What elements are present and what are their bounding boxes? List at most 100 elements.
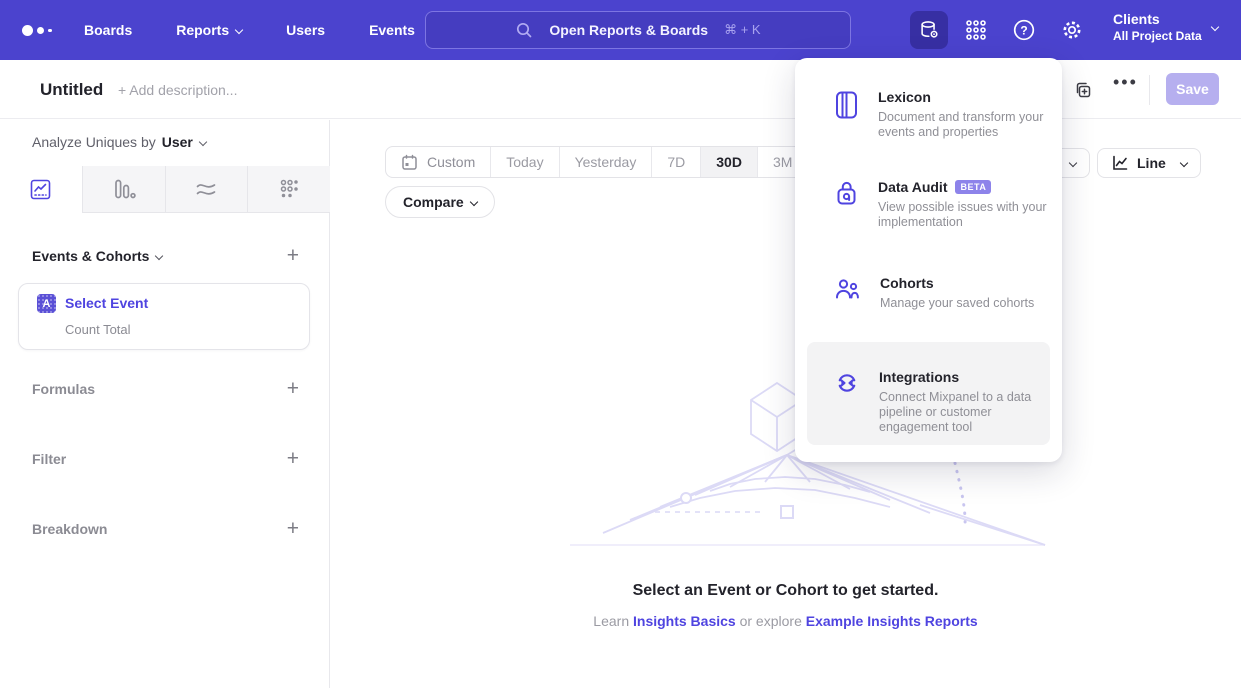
range-7d[interactable]: 7D [651, 147, 700, 177]
menu-title: Cohorts [880, 275, 934, 291]
tab-bar-chart[interactable] [82, 166, 165, 213]
help-button[interactable]: ? [1005, 11, 1043, 49]
project-name: Clients [1113, 10, 1202, 28]
menu-title: Data Audit [878, 179, 947, 195]
count-total-label[interactable]: Count Total [65, 322, 131, 337]
line-chart-tab-icon [29, 178, 52, 201]
copy-plus-icon [1073, 80, 1092, 99]
menu-item-integrations[interactable]: Integrations Connect Mixpanel to a data … [807, 342, 1050, 445]
chart-type-dropdown[interactable]: Line [1097, 148, 1201, 178]
filter-label: Filter [32, 451, 66, 467]
menu-description: Document and transform your events and p… [878, 110, 1050, 140]
apps-grid-button[interactable] [957, 11, 995, 49]
project-selector[interactable]: Clients All Project Data [1113, 10, 1202, 44]
range-custom-label: Custom [427, 154, 475, 170]
breakdown-label: Breakdown [32, 521, 107, 537]
tab-flows[interactable] [165, 166, 248, 213]
mixpanel-insights-app: Boards Reports Users Events Open Reports… [0, 0, 1241, 688]
event-letter-badge: A [37, 294, 56, 313]
gear-icon [1060, 18, 1084, 42]
chevron-down-icon [1069, 159, 1077, 167]
chart-type-tabs [0, 166, 330, 213]
header-divider [1149, 75, 1150, 105]
tab-insights-line[interactable] [0, 166, 82, 213]
events-cohorts-label[interactable]: Events & Cohorts [32, 248, 162, 264]
range-custom[interactable]: Custom [386, 147, 490, 177]
chevron-down-icon [235, 26, 243, 34]
bar-chart-tab-icon [112, 177, 136, 201]
add-filter-button[interactable]: + [287, 450, 299, 468]
example-insights-reports-link[interactable]: Example Insights Reports [806, 613, 978, 629]
report-title[interactable]: Untitled [40, 80, 103, 100]
nav-link-reports[interactable]: Reports [176, 22, 242, 38]
insights-basics-link[interactable]: Insights Basics [633, 613, 736, 629]
events-cohorts-header: Events & Cohorts + [32, 246, 299, 266]
add-breakdown-button[interactable]: + [287, 520, 299, 538]
analyze-uniques-row: Analyze Uniques by User [32, 134, 206, 150]
nav-link-boards[interactable]: Boards [84, 22, 132, 38]
nav-link-events[interactable]: Events [369, 22, 415, 38]
learn-prefix: Learn [593, 613, 629, 629]
duplicate-report-button[interactable] [1073, 80, 1092, 99]
chevron-down-icon [469, 198, 477, 206]
line-chart-icon [1111, 154, 1129, 172]
data-management-menu: Lexicon Document and transform your even… [795, 58, 1062, 462]
add-formula-button[interactable]: + [287, 380, 299, 398]
analyze-by-value: User [162, 134, 193, 150]
svg-text:?: ? [1020, 23, 1027, 37]
global-search-button[interactable]: Open Reports & Boards ⌘ + K [425, 11, 851, 49]
compare-label: Compare [403, 194, 464, 210]
search-placeholder: Open Reports & Boards [549, 22, 708, 38]
analyze-prefix-label: Analyze Uniques by [32, 134, 156, 150]
tab-retention-grid[interactable] [247, 166, 330, 213]
data-audit-icon [834, 178, 859, 230]
database-gear-icon [918, 19, 940, 41]
menu-description: Manage your saved cohorts [880, 296, 1034, 311]
menu-item-data-audit[interactable]: Data Audit BETA View possible issues with… [807, 178, 1050, 230]
menu-description: View possible issues with your implement… [878, 200, 1050, 230]
breakdown-section: Breakdown + [32, 519, 299, 539]
menu-item-cohorts[interactable]: Cohorts Manage your saved cohorts [807, 274, 1050, 311]
compare-button[interactable]: Compare [385, 186, 495, 218]
report-canvas: Custom Today Yesterday 7D 30D 3M 6M Line… [330, 120, 1241, 688]
range-today[interactable]: Today [490, 147, 558, 177]
formulas-label: Formulas [32, 381, 95, 397]
range-30d-selected[interactable]: 30D [700, 147, 757, 177]
nav-links: Boards Reports Users Events [84, 0, 415, 60]
range-yesterday[interactable]: Yesterday [559, 147, 652, 177]
empty-state-links: Learn Insights Basics or explore Example… [330, 613, 1241, 629]
events-cohorts-text: Events & Cohorts [32, 248, 149, 264]
date-range-control: Custom Today Yesterday 7D 30D 3M 6M [385, 146, 859, 178]
data-management-button[interactable] [910, 11, 948, 49]
menu-item-lexicon[interactable]: Lexicon Document and transform your even… [807, 88, 1050, 140]
chevron-down-icon [1180, 159, 1188, 167]
mixpanel-logo-icon[interactable] [22, 25, 52, 36]
menu-title: Lexicon [878, 89, 931, 105]
more-options-button[interactable]: ••• [1113, 72, 1138, 93]
chevron-down-icon [199, 138, 207, 146]
top-navbar: Boards Reports Users Events Open Reports… [0, 0, 1241, 60]
chevron-down-icon [155, 252, 163, 260]
settings-button[interactable] [1053, 11, 1091, 49]
query-builder-sidebar: Analyze Uniques by User [0, 120, 330, 688]
help-icon: ? [1012, 18, 1036, 42]
add-description-field[interactable]: + Add description... [118, 82, 237, 98]
or-explore-text: or explore [740, 613, 802, 629]
select-event-card[interactable]: A Select Event Count Total [18, 283, 310, 350]
save-button[interactable]: Save [1166, 73, 1219, 105]
project-chevron-down-icon[interactable] [1211, 23, 1219, 31]
search-icon [515, 21, 533, 39]
menu-title: Integrations [879, 369, 959, 385]
chart-type-value: Line [1137, 155, 1166, 171]
analyze-by-dropdown[interactable]: User [162, 134, 206, 150]
flow-tab-icon [194, 177, 218, 201]
search-shortcut: ⌘ + K [724, 22, 761, 38]
beta-badge: BETA [955, 180, 991, 194]
cohorts-icon [834, 274, 861, 311]
select-event-label[interactable]: Select Event [65, 295, 148, 311]
nav-link-users[interactable]: Users [286, 22, 325, 38]
add-event-button[interactable]: + [287, 247, 299, 265]
dots-grid-tab-icon [277, 177, 301, 201]
lexicon-icon [834, 88, 859, 140]
empty-state-title: Select an Event or Cohort to get started… [330, 582, 1241, 600]
